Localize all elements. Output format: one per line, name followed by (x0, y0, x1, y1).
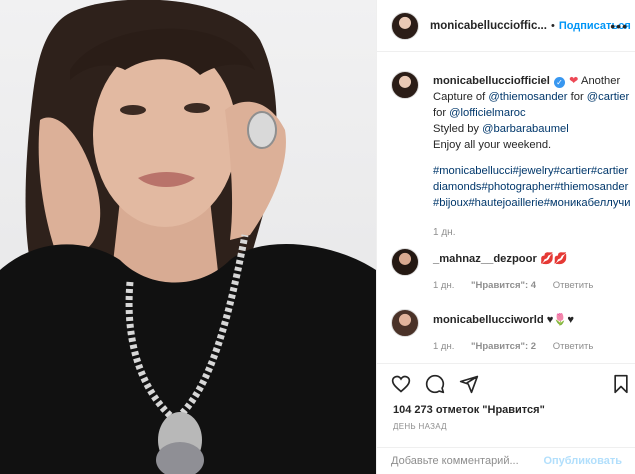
likes-count[interactable]: 104 273 отметок "Нравится" (393, 404, 545, 416)
caption-text-3: for (433, 107, 447, 119)
separator-dot: • (550, 19, 555, 32)
publish-button[interactable]: Опубликовать (543, 455, 622, 467)
add-comment-bar: Опубликовать (377, 447, 635, 474)
comment-username[interactable]: _mahnaz__dezpoor (433, 253, 537, 265)
comment-body: 💋💋 (539, 253, 568, 265)
comment-username[interactable]: monicabellucciworld (433, 314, 544, 326)
post-timestamp[interactable]: ДЕНЬ НАЗАД (393, 422, 447, 431)
comment-meta: 1 дн. "Нравится": 4 Ответить (433, 280, 607, 291)
comment-text: _mahnaz__dezpoor 💋💋 (433, 252, 568, 265)
verified-icon: ✓ (554, 77, 565, 88)
comment-body: ♥🌷♥ (546, 314, 574, 326)
author-username[interactable]: monicabelluccioffic... (430, 20, 547, 32)
heart-icon[interactable] (391, 374, 411, 394)
caption-text-2: for (570, 91, 584, 103)
post-panel: monicabelluccioffic... • Подписаться •••… (376, 0, 635, 474)
comment-time[interactable]: 1 дн. (433, 280, 454, 291)
comment-likes[interactable]: "Нравится": 2 (471, 341, 536, 352)
reply-button[interactable]: Ответить (553, 280, 594, 291)
author-avatar[interactable] (391, 11, 419, 40)
post-actions: 104 273 отметок "Нравится" ДЕНЬ НАЗАД (377, 363, 635, 433)
comment-icon[interactable] (425, 374, 445, 394)
comment-text: monicabellucciworld ♥🌷♥ (433, 313, 574, 326)
comment-time[interactable]: 1 дн. (433, 341, 454, 352)
comment-likes[interactable]: "Нравится": 4 (471, 280, 536, 291)
reply-button[interactable]: Ответить (553, 341, 594, 352)
mention-thiemosander[interactable]: @thiemosander (488, 91, 567, 103)
hashtags[interactable]: #monicabellucci#jewelry#cartier#cartierd… (433, 163, 633, 211)
caption-time[interactable]: 1 дн. (433, 225, 633, 241)
post-photo[interactable] (0, 0, 376, 474)
comment-avatar[interactable] (391, 309, 419, 337)
comment-meta: 1 дн. "Нравится": 2 Ответить (433, 341, 607, 352)
mention-barbarabaumel[interactable]: @barbarabaumel (482, 123, 569, 135)
more-icon[interactable]: ••• (610, 18, 628, 34)
mention-cartier[interactable]: @cartier (587, 91, 629, 103)
comment-input[interactable] (391, 455, 544, 467)
comment-avatar[interactable] (391, 248, 419, 276)
share-icon[interactable] (459, 374, 479, 394)
caption-avatar[interactable] (391, 71, 419, 99)
portrait-image (0, 0, 376, 474)
action-icons (391, 374, 479, 394)
caption-body: monicabellucciofficiel ✓ ❤ Another Captu… (433, 73, 633, 241)
heart-emoji: ❤ (569, 75, 579, 87)
mention-lofficielmaroc[interactable]: @lofficielmaroc (449, 107, 525, 119)
post-header: monicabelluccioffic... • Подписаться ••• (377, 0, 635, 52)
caption-text-4: Styled by (433, 123, 480, 135)
bookmark-icon[interactable] (612, 374, 630, 394)
caption-text-5: Enjoy all your weekend. (433, 139, 552, 151)
caption-username[interactable]: monicabellucciofficiel (433, 75, 550, 87)
comments-list[interactable]: monicabellucciofficiel ✓ ❤ Another Captu… (377, 53, 635, 363)
